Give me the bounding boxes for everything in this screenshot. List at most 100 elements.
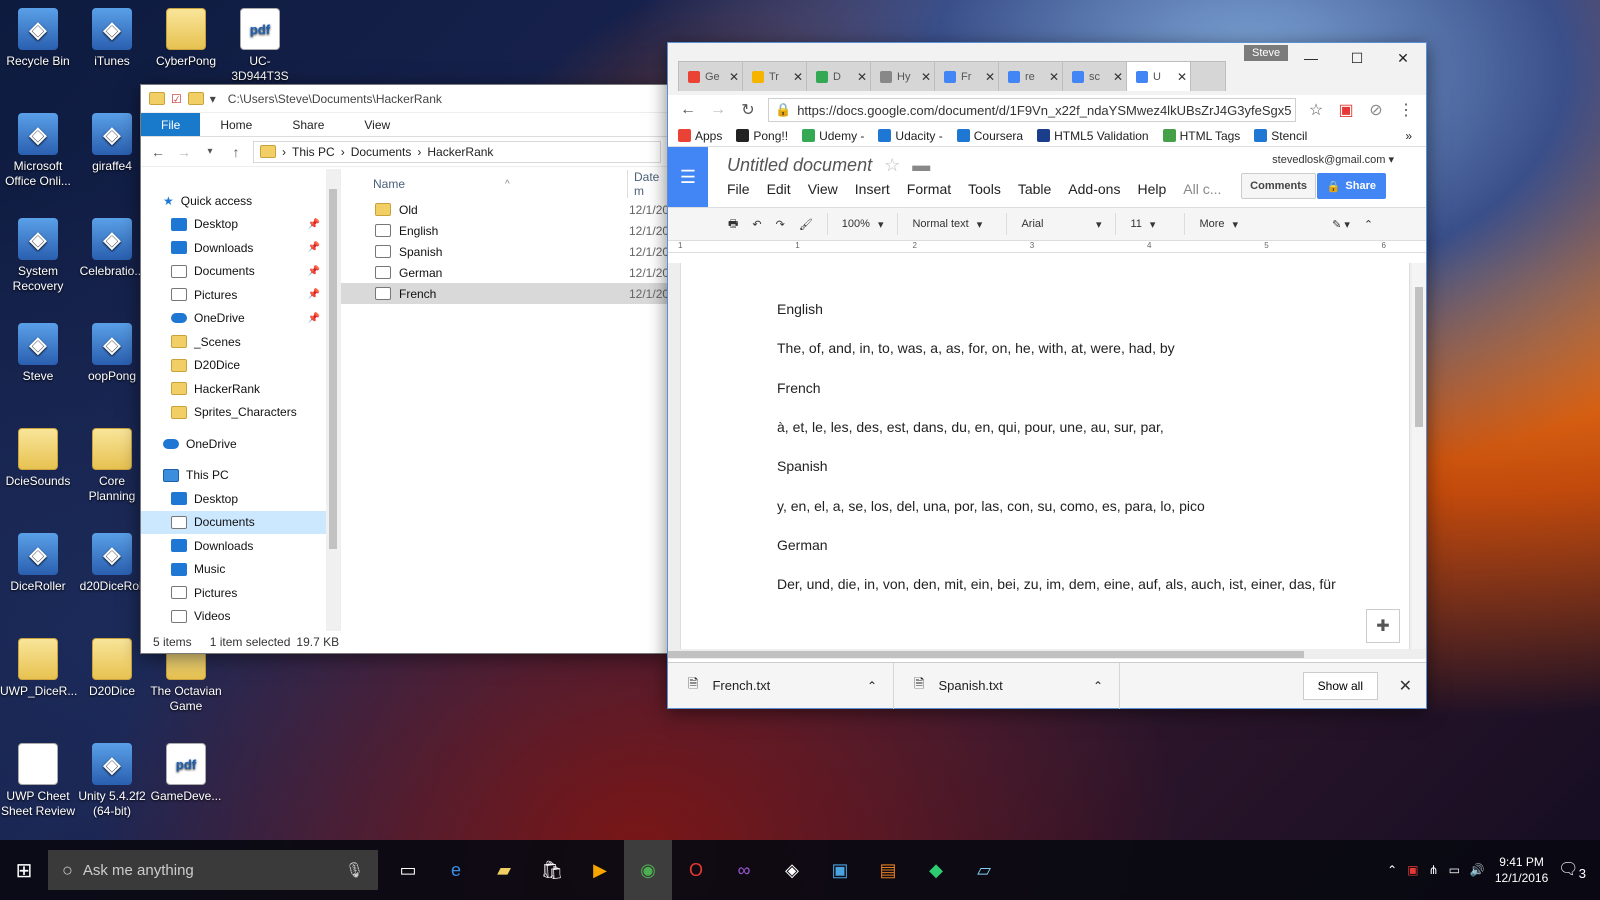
file-row[interactable]: French 12/1/20 [341,283,669,304]
nav-item-pc-videos[interactable]: Videos [141,605,340,629]
chrome-icon[interactable]: ◉ [624,840,672,900]
menu-help[interactable]: Help [1137,181,1166,197]
browser-tab[interactable]: Ge ✕ [678,61,748,91]
clock[interactable]: 9:41 PM 12/1/2016 [1495,854,1548,886]
close-tab-icon[interactable]: ✕ [985,70,995,84]
browser-tab[interactable]: Hy ✕ [870,61,940,91]
desktop-icon[interactable]: CyberPong [148,8,224,69]
menu-tools[interactable]: Tools [968,181,1001,197]
nav-item-desktop[interactable]: Desktop 📌 [141,213,340,237]
network-icon[interactable]: ⋔ [1429,863,1439,877]
ruler[interactable]: 1 1 2 3 4 5 6 [668,241,1426,253]
file-row[interactable]: German 12/1/20 [341,262,669,283]
paint-format-icon[interactable]: 🖌 [799,218,813,231]
url-bar[interactable]: 🔒 https://docs.google.com/document/d/1F9… [768,98,1296,122]
breadcrumb-documents[interactable]: Documents [351,145,412,159]
ribbon-tab-home[interactable]: Home [200,113,272,136]
chevron-up-icon[interactable]: ⌃ [1387,863,1397,877]
menu-file[interactable]: File [727,181,750,197]
bookmark-html-tags[interactable]: HTML Tags [1162,129,1240,143]
forward-arrow-icon[interactable]: → [708,101,728,119]
file-row[interactable]: English 12/1/20 [341,220,669,241]
quick-access-dropdown[interactable]: ▾ [210,92,216,106]
back-arrow-icon[interactable]: ← [149,144,167,160]
windows-start-icon[interactable]: ⊞ [0,840,48,900]
browser-tab[interactable]: U ✕ [1126,61,1196,91]
store-icon[interactable]: 🛍 [528,840,576,900]
file-row[interactable]: Old 12/1/20 [341,199,669,220]
menu-view[interactable]: View [808,181,838,197]
nav-scrollbar[interactable] [326,169,340,631]
menu-format[interactable]: Format [907,181,951,197]
bookmark-apps[interactable]: Apps [678,129,722,143]
desktop-icon[interactable]: ◈ Steve [0,323,76,384]
notepad-icon[interactable]: ▱ [960,840,1008,900]
show-all-downloads-button[interactable]: Show all [1302,671,1378,700]
desktop-icon[interactable]: ◈ Unity 5.4.2f2 (64-bit) [74,743,150,819]
account-email[interactable]: stevedlosk@gmail.com ▾ [1272,153,1394,166]
browser-tab[interactable]: sc ✕ [1062,61,1132,91]
new-tab-button[interactable] [1190,61,1226,91]
redo-icon[interactable]: ↷ [776,218,785,231]
chevron-up-icon[interactable]: ⌃ [867,679,877,693]
bookmark-udacity[interactable]: Udacity - [878,129,943,143]
editing-mode-icon[interactable]: ✎ ▾ [1332,218,1350,231]
close-tab-icon[interactable]: ✕ [793,70,803,84]
bookmark-pong[interactable]: Pong!! [736,129,788,143]
file-row[interactable]: Spanish 12/1/20 [341,241,669,262]
desktop-icon[interactable]: ◈ d20DiceRoll [74,533,150,594]
desktop-icon[interactable]: ◈ Celebratio... [74,218,150,279]
cortana-search-box[interactable]: ○ Ask me anything 🎙 [48,850,378,890]
close-tab-icon[interactable]: ✕ [921,70,931,84]
nav-item-pc-downloads[interactable]: Downloads [141,534,340,558]
ribbon-tab-view[interactable]: View [344,113,410,136]
new-folder-icon[interactable] [187,92,204,105]
chevron-up-icon[interactable]: ⌃ [1093,679,1103,693]
scrollbar-thumb[interactable] [329,189,337,549]
comments-button[interactable]: Comments [1241,173,1316,199]
task-view-icon[interactable]: ▭ [384,840,432,900]
folder-icon[interactable]: ▬ [912,155,930,176]
breadcrumb-hackerrank[interactable]: HackerRank [427,145,493,159]
close-tab-icon[interactable]: ✕ [1113,70,1123,84]
scrollbar-thumb[interactable] [668,651,1304,658]
up-arrow-icon[interactable]: ↑ [227,144,245,160]
desktop-icon[interactable]: ◈ System Recovery [0,218,76,294]
close-tab-icon[interactable]: ✕ [857,70,867,84]
close-icon[interactable]: ✕ [1380,43,1426,73]
microphone-icon[interactable]: 🎙 [345,861,364,879]
nav-onedrive[interactable]: OneDrive [141,432,340,456]
font-select[interactable]: Arial ▾ [1021,218,1101,231]
desktop-icon[interactable]: pdf GameDeve... [148,743,224,804]
font-size-select[interactable]: 11 ▾ [1130,218,1170,231]
visual-studio-icon[interactable]: ∞ [720,840,768,900]
bookmark-udemy[interactable]: Udemy - [802,129,864,143]
nav-item-documents[interactable]: Documents 📌 [141,260,340,284]
desktop-icon[interactable]: D20Dice [74,638,150,699]
nav-item-sprites-characters[interactable]: Sprites_Characters [141,401,340,425]
browser-tab[interactable]: Tr ✕ [742,61,812,91]
close-tab-icon[interactable]: ✕ [1049,70,1059,84]
menu-insert[interactable]: Insert [855,181,890,197]
sourcetree-icon[interactable]: ◆ [912,840,960,900]
nav-item-hackerrank[interactable]: HackerRank [141,377,340,401]
recent-locations-icon[interactable]: ▾ [201,146,219,157]
menu-edit[interactable]: Edit [767,181,791,197]
paint-icon[interactable]: ▤ [864,840,912,900]
acrobat-tray-icon[interactable]: ▣ [1407,863,1418,877]
desktop-icon[interactable]: UWP_DiceR... [0,638,77,699]
desktop-icon[interactable]: ◈ oopPong [74,323,150,384]
download-item[interactable]: 🗎 French.txt ⌃ [668,662,894,709]
file-explorer-icon[interactable]: ▰ [480,840,528,900]
menu-add-ons[interactable]: Add-ons [1068,181,1120,197]
bookmark-coursera[interactable]: Coursera [956,129,1023,143]
extension-icon[interactable]: ▣ [1336,100,1356,120]
browser-tab[interactable]: Fr ✕ [934,61,1004,91]
close-icon[interactable]: ✕ [1399,676,1412,696]
nav-item--scenes[interactable]: _Scenes [141,330,340,354]
ribbon-tab-share[interactable]: Share [272,113,344,136]
volume-icon[interactable]: 🔊 [1470,863,1485,877]
download-item[interactable]: 🗎 Spanish.txt ⌃ [894,662,1120,709]
nav-item-pictures[interactable]: Pictures 📌 [141,283,340,307]
nav-item-d20dice[interactable]: D20Dice [141,354,340,378]
